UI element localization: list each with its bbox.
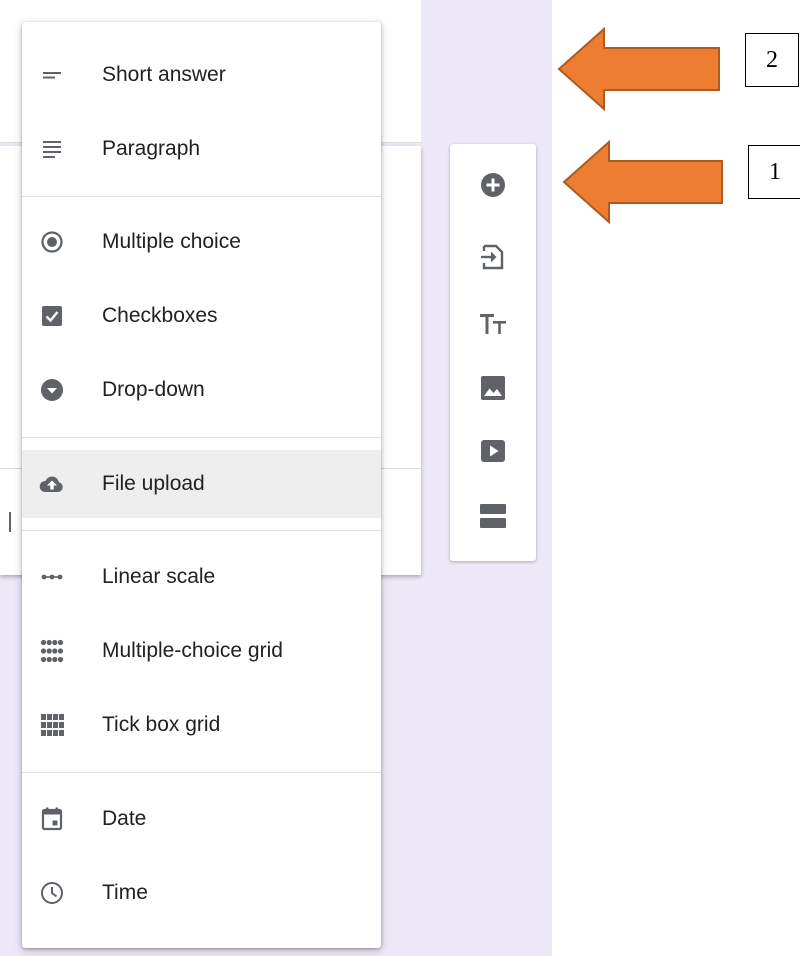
menu-item-label: Tick box grid — [102, 713, 221, 736]
menu-divider — [22, 196, 381, 197]
menu-item-label: Short answer — [102, 63, 226, 86]
menu-item-multiple-choice[interactable]: Multiple choice — [22, 208, 381, 276]
add-question-icon — [478, 170, 508, 200]
add-question-button[interactable] — [478, 170, 508, 200]
menu-item-linear-scale[interactable]: Linear scale — [22, 543, 381, 611]
title-description-icon — [478, 309, 508, 339]
menu-item-file-upload[interactable]: File upload — [22, 450, 381, 518]
menu-item-multiple-choice-grid[interactable]: Multiple-choice grid — [22, 617, 381, 685]
section-icon — [478, 501, 508, 531]
menu-divider — [22, 437, 381, 438]
tick-grid-icon — [40, 713, 64, 737]
menu-item-paragraph[interactable]: Paragraph — [22, 115, 381, 183]
callout-arrow-1 — [562, 139, 723, 225]
menu-item-label: File upload — [102, 472, 205, 495]
import-questions-icon — [478, 242, 508, 272]
menu-item-label: Linear scale — [102, 565, 216, 588]
add-video-button[interactable] — [478, 436, 508, 466]
video-icon — [478, 436, 508, 466]
menu-item-time[interactable]: Time — [22, 859, 381, 927]
radio-button-icon — [40, 230, 64, 254]
callout-label-2: 2 — [745, 33, 799, 87]
paragraph-icon — [40, 137, 64, 161]
menu-item-label: Multiple choice — [102, 230, 241, 253]
cloud-upload-icon — [38, 472, 66, 496]
menu-item-label: Paragraph — [102, 137, 201, 160]
form-side-toolbar — [450, 144, 536, 561]
menu-divider — [22, 772, 381, 773]
menu-divider — [22, 530, 381, 531]
add-image-button[interactable] — [478, 373, 508, 403]
callout-arrow-2 — [557, 26, 720, 112]
checkbox-icon — [40, 304, 64, 328]
image-icon — [478, 373, 508, 403]
menu-item-short-answer[interactable]: Short answer — [22, 41, 381, 109]
dot-grid-icon — [40, 639, 64, 663]
menu-item-tick-box-grid[interactable]: Tick box grid — [22, 691, 381, 759]
menu-item-label: Multiple-choice grid — [102, 639, 283, 662]
add-title-description-button[interactable] — [478, 309, 508, 339]
menu-item-date[interactable]: Date — [22, 785, 381, 853]
menu-item-label: Drop-down — [102, 378, 205, 401]
add-section-button[interactable] — [478, 501, 508, 531]
callout-label-1: 1 — [748, 145, 800, 199]
menu-item-label: Checkboxes — [102, 304, 218, 327]
linear-scale-icon — [40, 565, 64, 589]
menu-item-dropdown[interactable]: Drop-down — [22, 356, 381, 424]
calendar-icon — [40, 807, 64, 831]
question-type-menu: Short answer Paragraph Multiple choice C… — [22, 22, 381, 948]
import-questions-button[interactable] — [478, 242, 508, 272]
menu-item-checkboxes[interactable]: Checkboxes — [22, 282, 381, 350]
short-answer-icon — [40, 63, 64, 87]
menu-item-label: Date — [102, 807, 147, 830]
text-cursor — [9, 512, 11, 532]
clock-icon — [40, 881, 64, 905]
menu-item-label: Time — [102, 881, 148, 904]
dropdown-icon — [40, 378, 64, 402]
